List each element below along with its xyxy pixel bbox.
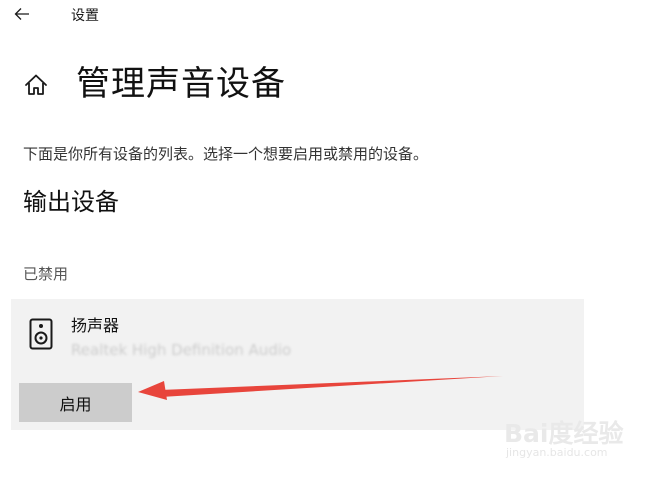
window-title: 设置: [71, 8, 99, 24]
device-name: 扬声器: [71, 316, 120, 335]
output-devices-heading: 输出设备: [23, 188, 119, 216]
device-driver: Realtek High Definition Audio: [71, 341, 292, 359]
back-button[interactable]: [8, 2, 36, 26]
speaker-icon: [29, 318, 53, 350]
watermark-url: jingyan.baidu.com: [506, 446, 608, 459]
disabled-group-label: 已禁用: [23, 265, 69, 283]
enable-button[interactable]: 启用: [19, 383, 132, 422]
home-icon[interactable]: [23, 72, 49, 98]
device-card-speaker[interactable]: 扬声器 Realtek High Definition Audio 启用: [11, 299, 584, 430]
page-description: 下面是你所有设备的列表。选择一个想要启用或禁用的设备。: [23, 145, 429, 163]
back-arrow-icon: [14, 8, 29, 20]
title-bar: 设置: [0, 0, 657, 30]
page-title: 管理声音设备: [76, 64, 286, 104]
